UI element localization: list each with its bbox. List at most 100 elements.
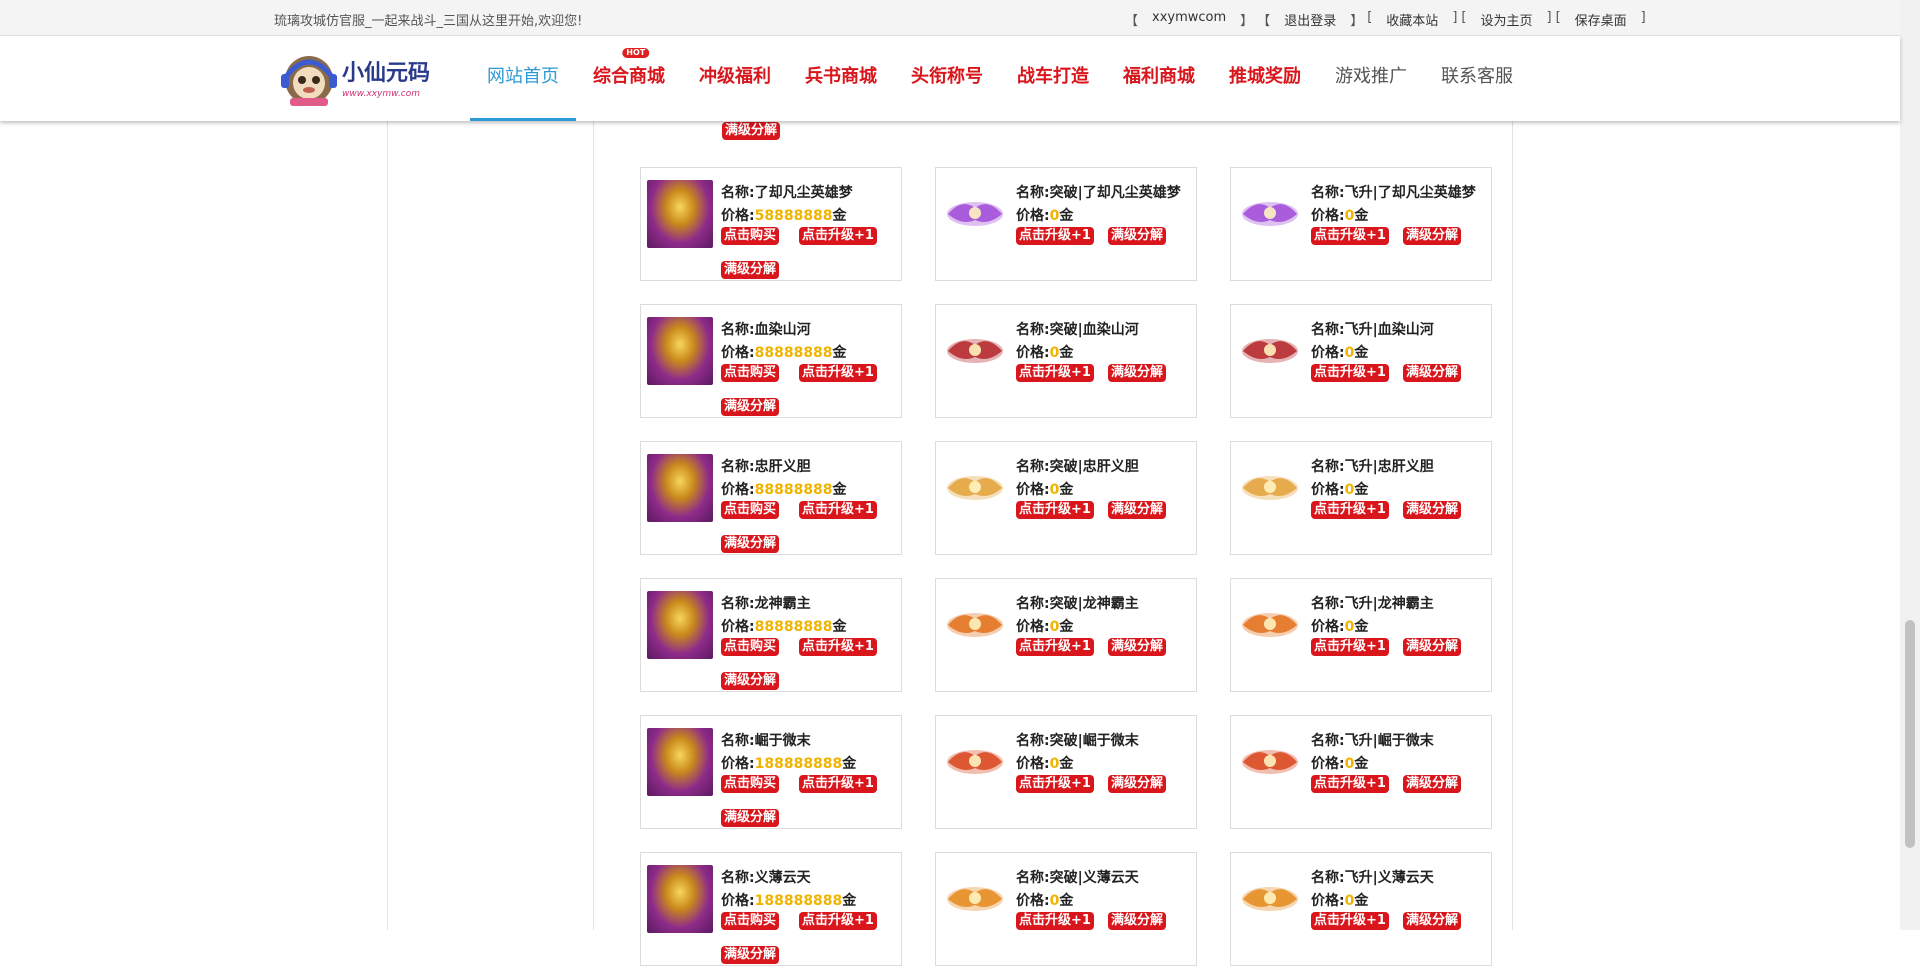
price-value: 0 xyxy=(1049,756,1060,772)
disassemble-button[interactable]: 满级分解 xyxy=(721,535,780,553)
price-label: 价格: xyxy=(721,208,755,224)
goods-panel-right-border xyxy=(1512,121,1513,930)
buy-button[interactable]: 点击购买 xyxy=(721,227,780,245)
effect-image xyxy=(942,728,1008,796)
price-label: 价格: xyxy=(1311,482,1345,498)
disassemble-button[interactable]: 满级分解 xyxy=(1108,775,1167,793)
price-label: 价格: xyxy=(1016,619,1050,635)
name-value: 飞升|了却凡尘英雄梦 xyxy=(1344,185,1476,201)
goods-card: 名称:突破|了却凡尘英雄梦 价格:0金 点击升级+1 满级分解 xyxy=(935,167,1197,281)
nav-item-3[interactable]: 兵书商城 xyxy=(788,36,894,121)
goods-name: 名称:飞升|龙神霸主 xyxy=(1311,593,1434,613)
goods-name: 名称:飞升|血染山河 xyxy=(1311,319,1434,339)
disassemble-button[interactable]: 满级分解 xyxy=(722,122,781,140)
upgrade-button[interactable]: 点击升级+1 xyxy=(1016,501,1094,519)
disassemble-button[interactable]: 满级分解 xyxy=(721,261,780,279)
disassemble-button[interactable]: 满级分解 xyxy=(721,398,780,416)
buy-button[interactable]: 点击购买 xyxy=(721,912,780,930)
logout-link[interactable]: 退出登录 xyxy=(1274,10,1346,29)
upgrade-button[interactable]: 点击升级+1 xyxy=(1016,227,1094,245)
item-image xyxy=(647,180,713,248)
nav-item-2[interactable]: 冲级福利 xyxy=(682,36,788,121)
currency-label: 金 xyxy=(1354,208,1369,224)
item-image xyxy=(647,454,713,522)
name-value: 血染山河 xyxy=(754,322,811,338)
upgrade-button[interactable]: 点击升级+1 xyxy=(799,227,877,245)
price-label: 价格: xyxy=(1311,893,1345,909)
upgrade-button[interactable]: 点击升级+1 xyxy=(799,501,877,519)
goods-card: 名称:血染山河 价格:88888888金 点击购买 点击升级+1 满级分解 xyxy=(640,304,902,418)
upgrade-button[interactable]: 点击升级+1 xyxy=(1016,912,1094,930)
disassemble-button[interactable]: 满级分解 xyxy=(1403,364,1462,382)
upgrade-button[interactable]: 点击升级+1 xyxy=(799,364,877,382)
disassemble-button[interactable]: 满级分解 xyxy=(1403,501,1462,519)
nav-item-4[interactable]: 头衔称号 xyxy=(894,36,1000,121)
upgrade-button[interactable]: 点击升级+1 xyxy=(1311,227,1389,245)
name-label: 名称: xyxy=(721,322,755,338)
upgrade-button[interactable]: 点击升级+1 xyxy=(799,912,877,930)
nav-item-0[interactable]: 网站首页 xyxy=(470,36,576,121)
nav-item-label: 推城奖励 xyxy=(1229,66,1301,87)
nav-item-7[interactable]: 推城奖励 xyxy=(1212,36,1318,121)
buy-button[interactable]: 点击购买 xyxy=(721,775,780,793)
buy-button[interactable]: 点击购买 xyxy=(721,364,780,382)
nav-item-1[interactable]: 综合商城 HOT xyxy=(576,36,682,121)
price-value: 0 xyxy=(1344,756,1355,772)
name-label: 名称: xyxy=(1311,185,1345,201)
nav-item-5[interactable]: 战车打造 xyxy=(1000,36,1106,121)
set-homepage-link[interactable]: 设为主页 xyxy=(1470,10,1542,29)
nav-item-9[interactable]: 联系客服 xyxy=(1424,36,1530,121)
currency-label: 金 xyxy=(1059,482,1074,498)
item-image xyxy=(647,317,713,385)
goods-price: 价格:0金 xyxy=(1311,890,1368,910)
scrollbar[interactable] xyxy=(1900,0,1920,930)
buy-button[interactable]: 点击购买 xyxy=(721,638,780,656)
name-value: 飞升|血染山河 xyxy=(1344,322,1434,338)
site-logo[interactable]: 小仙元码 www.xxymw.com xyxy=(280,50,452,108)
welcome-text: 琉璃攻城仿官服_一起来战斗_三国从这里开始,欢迎您! xyxy=(274,14,583,29)
goods-card: 名称:飞升|忠肝义胆 价格:0金 点击升级+1 满级分解 xyxy=(1230,441,1492,555)
disassemble-button[interactable]: 满级分解 xyxy=(1403,775,1462,793)
disassemble-button[interactable]: 满级分解 xyxy=(1108,364,1167,382)
user-link[interactable]: xxymwcom xyxy=(1142,10,1236,29)
goods-card: 名称:突破|龙神霸主 价格:0金 点击升级+1 满级分解 xyxy=(935,578,1197,692)
currency-label: 金 xyxy=(1354,619,1369,635)
upgrade-button[interactable]: 点击升级+1 xyxy=(1311,912,1389,930)
goods-price: 价格:188888888金 xyxy=(721,753,856,773)
nav-item-8[interactable]: 游戏推广 xyxy=(1318,36,1424,121)
name-value: 突破|龙神霸主 xyxy=(1049,596,1139,612)
name-value: 突破|了却凡尘英雄梦 xyxy=(1049,185,1181,201)
disassemble-button[interactable]: 满级分解 xyxy=(721,809,780,827)
goods-price: 价格:0金 xyxy=(1311,342,1368,362)
effect-image xyxy=(942,317,1008,385)
name-value: 飞升|龙神霸主 xyxy=(1344,596,1434,612)
bookmark-link[interactable]: 收藏本站 xyxy=(1376,10,1448,29)
disassemble-button[interactable]: 满级分解 xyxy=(1403,912,1462,930)
disassemble-button[interactable]: 满级分解 xyxy=(1108,638,1167,656)
upgrade-button[interactable]: 点击升级+1 xyxy=(799,775,877,793)
disassemble-button[interactable]: 满级分解 xyxy=(1403,638,1462,656)
name-label: 名称: xyxy=(1311,733,1345,749)
disassemble-button[interactable]: 满级分解 xyxy=(1403,227,1462,245)
disassemble-button[interactable]: 满级分解 xyxy=(1108,501,1167,519)
price-value: 188888888 xyxy=(754,893,843,909)
goods-price: 价格:0金 xyxy=(1016,753,1073,773)
disassemble-button[interactable]: 满级分解 xyxy=(721,672,780,690)
upgrade-button[interactable]: 点击升级+1 xyxy=(1016,364,1094,382)
upgrade-button[interactable]: 点击升级+1 xyxy=(1311,501,1389,519)
buy-button[interactable]: 点击购买 xyxy=(721,501,780,519)
disassemble-button[interactable]: 满级分解 xyxy=(721,946,780,964)
upgrade-button[interactable]: 点击升级+1 xyxy=(1311,638,1389,656)
upgrade-button[interactable]: 点击升级+1 xyxy=(1311,364,1389,382)
upgrade-button[interactable]: 点击升级+1 xyxy=(1016,775,1094,793)
currency-label: 金 xyxy=(1059,893,1074,909)
nav-item-label: 综合商城 xyxy=(593,66,665,87)
upgrade-button[interactable]: 点击升级+1 xyxy=(1016,638,1094,656)
upgrade-button[interactable]: 点击升级+1 xyxy=(799,638,877,656)
upgrade-button[interactable]: 点击升级+1 xyxy=(1311,775,1389,793)
scrollbar-thumb[interactable] xyxy=(1905,620,1915,848)
disassemble-button[interactable]: 满级分解 xyxy=(1108,912,1167,930)
nav-item-6[interactable]: 福利商城 xyxy=(1106,36,1212,121)
save-desktop-link[interactable]: 保存桌面 xyxy=(1565,10,1637,29)
disassemble-button[interactable]: 满级分解 xyxy=(1108,227,1167,245)
